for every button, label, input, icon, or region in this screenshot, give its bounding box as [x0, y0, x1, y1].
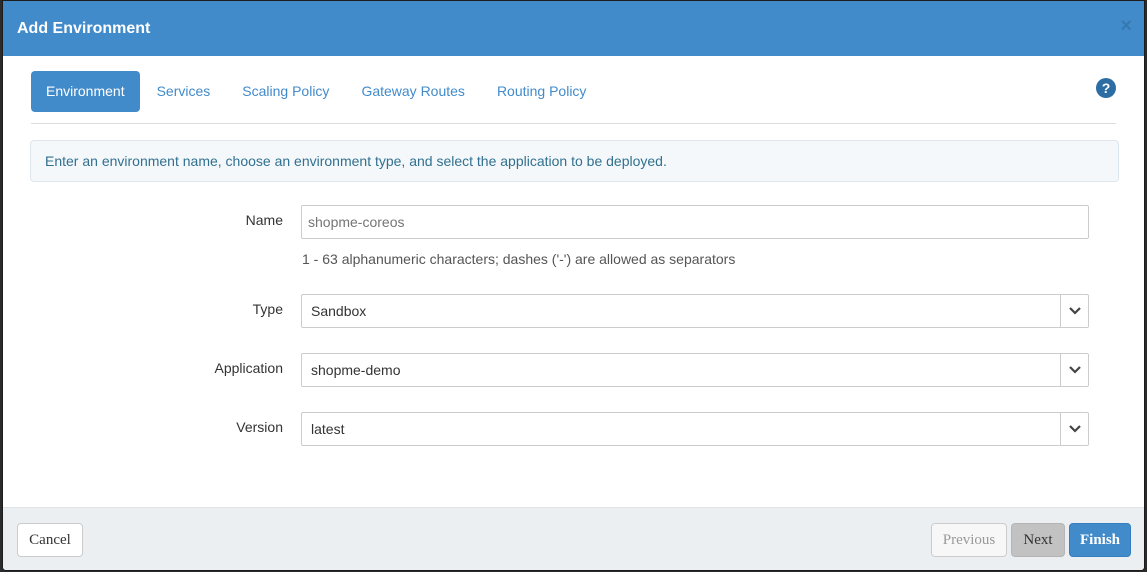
tab-services[interactable]: Services: [142, 71, 226, 112]
tab-gateway-routes[interactable]: Gateway Routes: [346, 71, 480, 112]
help-icon[interactable]: ?: [1096, 78, 1116, 98]
type-select-value: Sandbox: [311, 303, 367, 319]
modal-footer: Cancel Previous Next Finish: [3, 507, 1144, 570]
cancel-button[interactable]: Cancel: [17, 523, 83, 557]
tab-scaling-policy[interactable]: Scaling Policy: [227, 71, 344, 112]
application-select-value: shopme-demo: [311, 362, 401, 378]
previous-button[interactable]: Previous: [931, 523, 1007, 557]
info-message: Enter an environment name, choose an env…: [30, 140, 1119, 182]
name-label: Name: [245, 212, 283, 228]
application-select[interactable]: shopme-demo: [301, 353, 1089, 387]
add-environment-modal: Add Environment × Environment Services S…: [2, 0, 1145, 571]
name-help-text: 1 - 63 alphanumeric characters; dashes (…: [302, 251, 736, 267]
wizard-tabs: Environment Services Scaling Policy Gate…: [31, 71, 1116, 124]
finish-button[interactable]: Finish: [1069, 523, 1131, 557]
tab-routing-policy[interactable]: Routing Policy: [482, 71, 602, 112]
version-select[interactable]: latest: [301, 412, 1089, 446]
modal-title: Add Environment: [17, 19, 151, 37]
close-icon[interactable]: ×: [1120, 15, 1132, 37]
version-select-value: latest: [311, 421, 345, 437]
version-label: Version: [236, 419, 283, 435]
chevron-down-icon[interactable]: [1060, 413, 1088, 445]
name-input[interactable]: [301, 205, 1089, 239]
tab-environment[interactable]: Environment: [31, 71, 140, 112]
application-label: Application: [214, 360, 284, 376]
type-label: Type: [252, 301, 283, 317]
modal-header: Add Environment ×: [3, 1, 1144, 56]
chevron-down-icon[interactable]: [1060, 295, 1088, 327]
chevron-down-icon[interactable]: [1060, 354, 1088, 386]
type-select[interactable]: Sandbox: [301, 294, 1089, 328]
next-button[interactable]: Next: [1011, 523, 1065, 557]
